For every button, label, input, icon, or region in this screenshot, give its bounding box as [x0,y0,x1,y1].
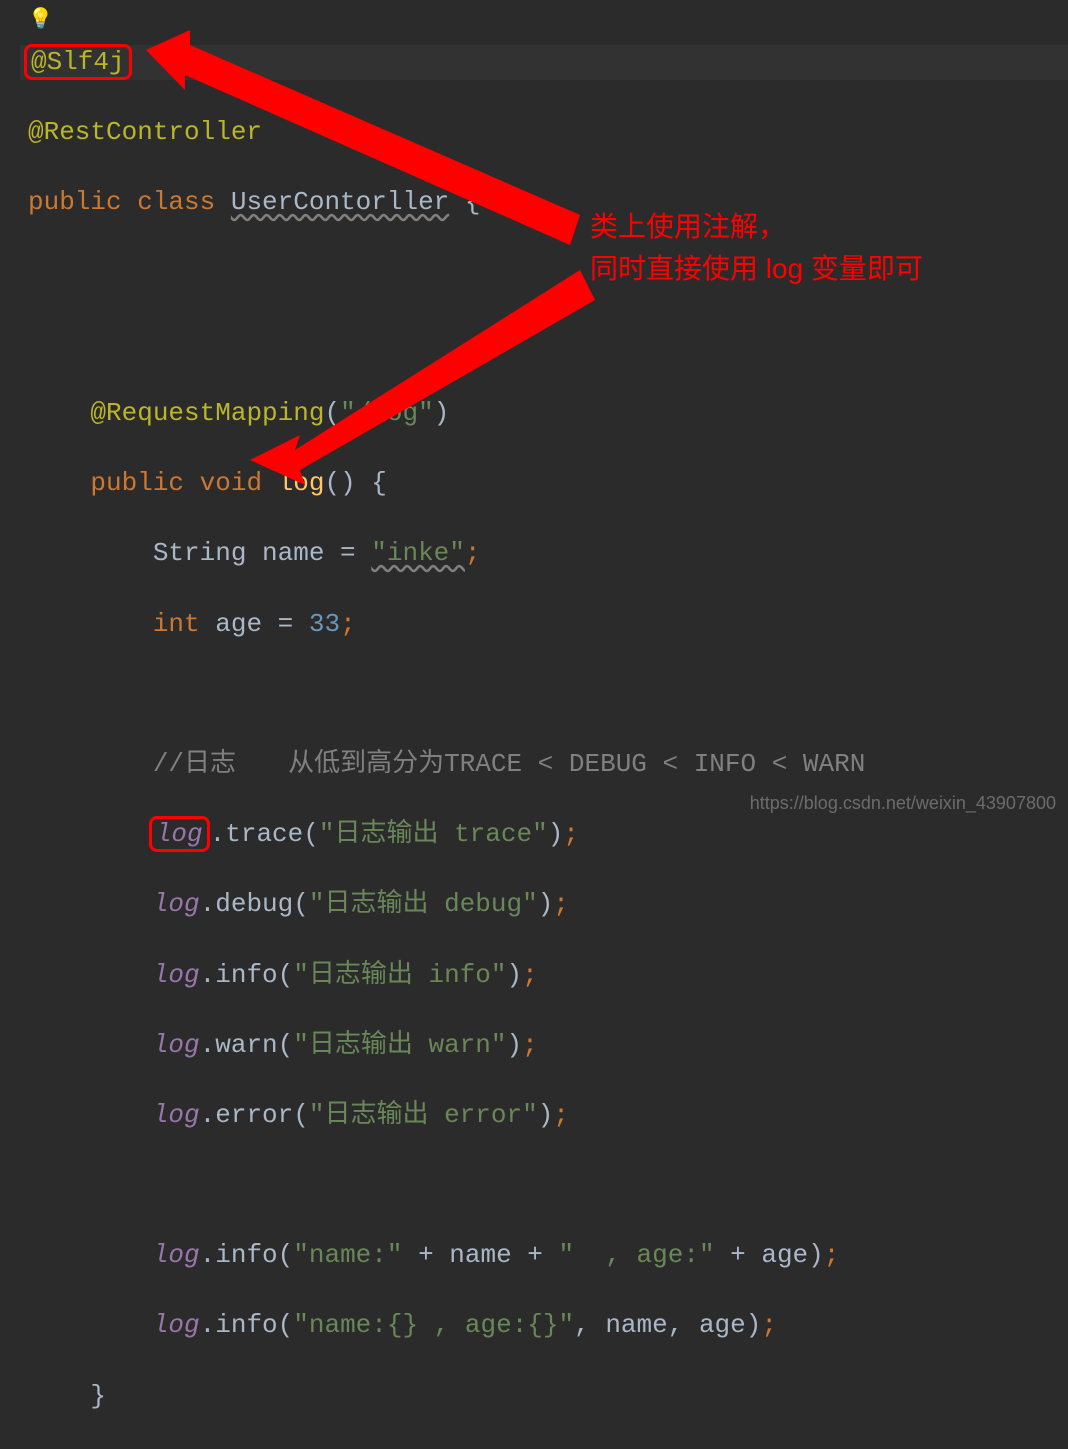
code-line: @RestController [20,115,1068,150]
code-line: } [20,1379,1068,1414]
code-line: @RequestMapping("/log") [20,396,1068,431]
code-line: log.info("name:{} , age:{}", name, age); [20,1308,1068,1343]
code-line: log.warn("日志输出 warn"); [20,1028,1068,1063]
code-line: String name = "inke"; [20,536,1068,571]
code-line: log.debug("日志输出 debug"); [20,887,1068,922]
code-line: log.info("name:" + name + " , age:" + ag… [20,1238,1068,1273]
class-name: UserContorller [231,187,449,217]
code-line: //日志别别从低到高分为TRACE < DEBUG < INFO < WARN [20,747,1068,782]
restcontroller-annotation: @RestController [28,117,262,147]
code-line [20,677,1068,712]
code-line [20,326,1068,361]
method-name: log [278,468,325,498]
code-line: int age = 33; [20,607,1068,642]
code-line: public void log() { [20,466,1068,501]
watermark-text: https://blog.csdn.net/weixin_43907800 [750,793,1056,814]
code-line: @Slf4j [20,45,1068,80]
code-line [20,1168,1068,1203]
comment-text: //日志 [153,749,236,779]
code-line: log.trace("日志输出 trace"); [20,817,1068,852]
code-line: log.info("日志输出 info"); [20,958,1068,993]
code-line: log.error("日志输出 error"); [20,1098,1068,1133]
callout-text: 类上使用注解， 同时直接使用 log 变量即可 [590,206,923,290]
slf4j-annotation: @Slf4j [24,44,132,80]
requestmapping-annotation: @RequestMapping [90,398,324,428]
